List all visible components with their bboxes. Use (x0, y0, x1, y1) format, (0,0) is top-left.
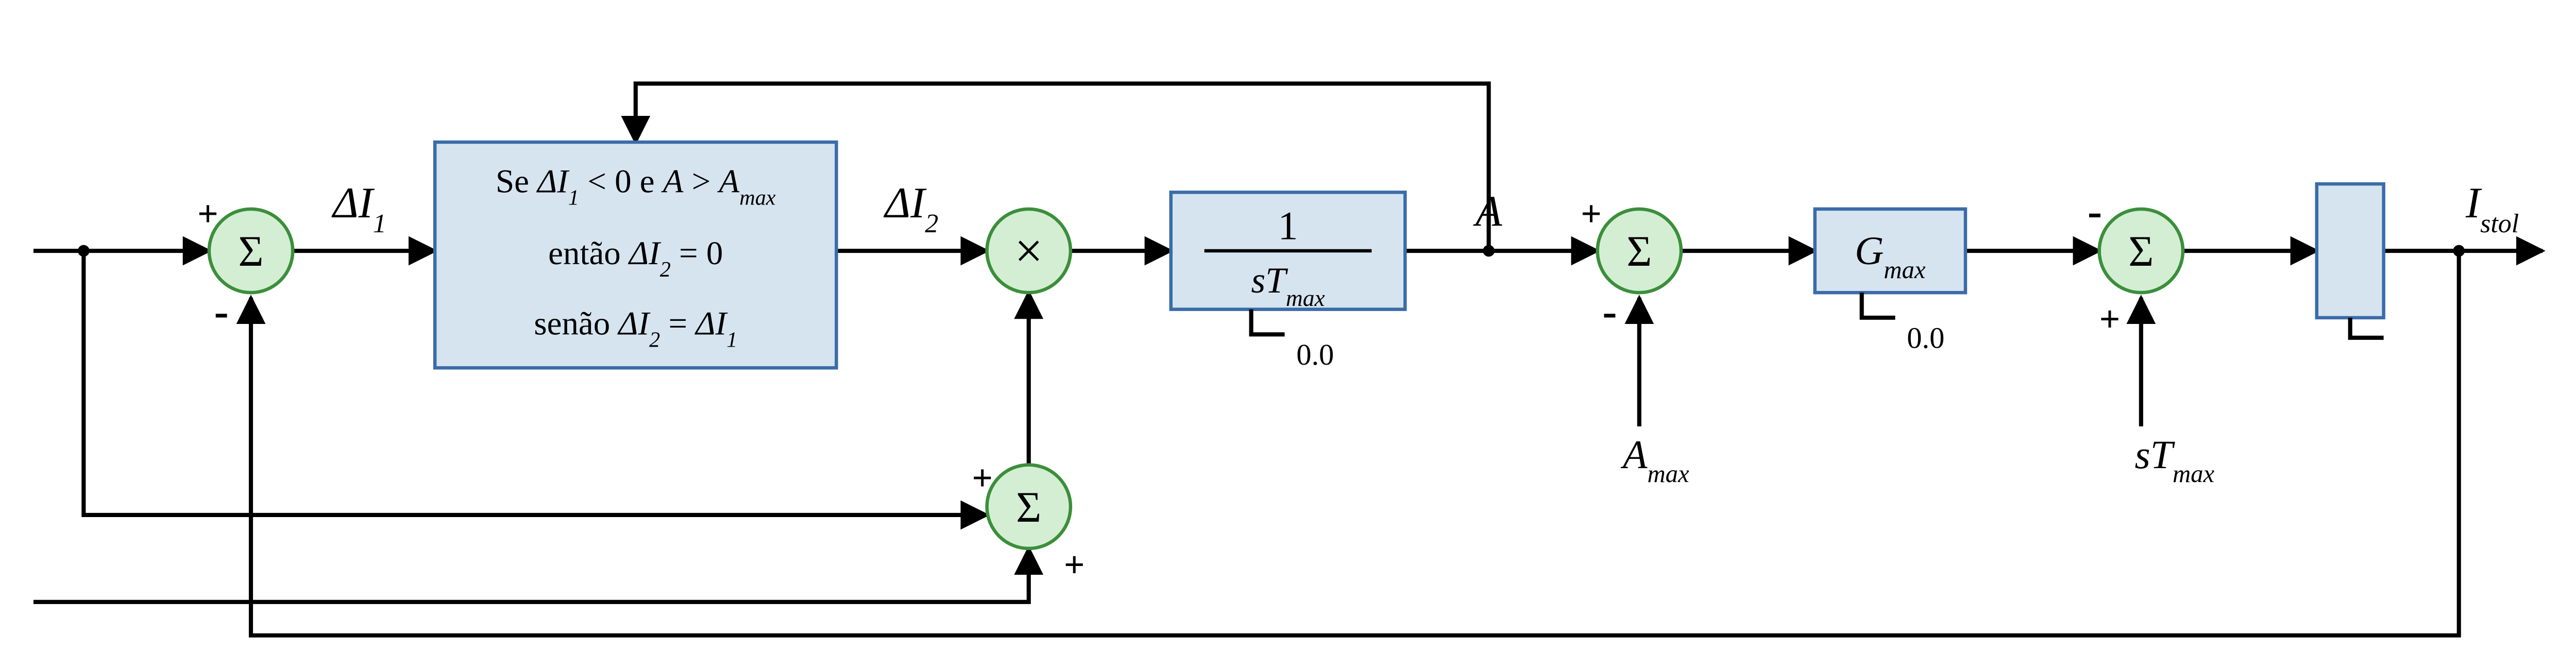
svg-text:×: × (1014, 223, 1043, 279)
svg-text:Σ: Σ (238, 228, 263, 276)
svg-text:Σ: Σ (1626, 228, 1652, 276)
junction-A (1483, 245, 1495, 257)
svg-text:+: + (972, 457, 993, 498)
label-sTmax: sTmax (2134, 433, 2214, 488)
svg-text:+: + (1064, 544, 1085, 585)
mult: × (987, 209, 1071, 293)
wire-lower-input (33, 548, 1029, 602)
saturation-block (2317, 184, 2384, 338)
svg-text:Σ: Σ (1016, 484, 1041, 531)
svg-text:-: - (214, 288, 229, 336)
junction-input (78, 245, 90, 257)
integrator-block: 1 sTmax 0.0 (1171, 192, 1405, 371)
label-di2: ΔI2 (884, 179, 939, 238)
sum3: Σ - + (2088, 187, 2183, 339)
svg-text:+: + (2099, 299, 2121, 339)
svg-text:0.0: 0.0 (1907, 321, 1944, 354)
label-Amax: Amax (1620, 433, 1689, 488)
svg-text:1: 1 (1278, 203, 1298, 248)
svg-text:+: + (197, 193, 218, 234)
block-diagram: Σ + - Se ΔI1 < 0 e A > Amax então ΔI2 = … (0, 0, 2576, 669)
label-Istol: Istol (2465, 179, 2519, 238)
svg-text:Σ: Σ (2128, 228, 2154, 276)
gain-block: Gmax 0.0 (1815, 209, 1965, 354)
junction-out (2453, 245, 2465, 257)
svg-text:+: + (1581, 193, 1602, 234)
logic-block: Se ΔI1 < 0 e A > Amax então ΔI2 = 0 senã… (435, 142, 836, 368)
svg-text:-: - (2088, 187, 2102, 235)
label-A: A (1473, 187, 1502, 235)
sum2: Σ + - (1581, 193, 1681, 336)
label-di1: ΔI1 (331, 179, 386, 238)
svg-text:0.0: 0.0 (1296, 338, 1334, 371)
sum1: Σ + - (197, 193, 293, 336)
svg-text:-: - (1602, 288, 1617, 336)
